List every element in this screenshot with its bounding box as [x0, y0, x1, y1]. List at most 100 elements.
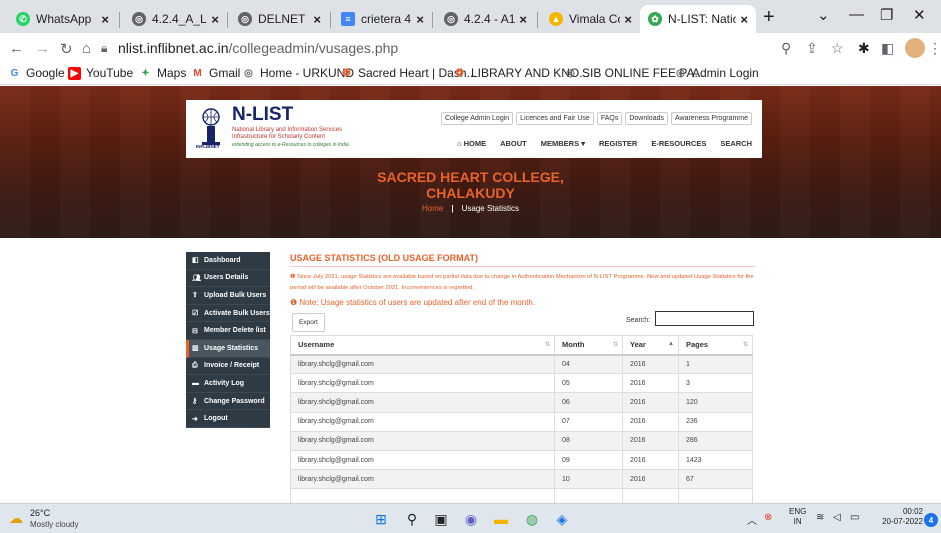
sidebar-item-usage-statistics[interactable]: ▥ Usage Statistics	[186, 339, 270, 358]
volume-icon[interactable]: ◁	[833, 512, 841, 523]
chevron-up-icon[interactable]: ︿	[747, 512, 757, 527]
close-icon[interactable]: ×	[624, 12, 632, 27]
sidebar-item-logout[interactable]: ➜ Logout	[186, 410, 270, 428]
new-tab-button[interactable]: +	[763, 6, 775, 29]
sidebar-item-users-details[interactable]: 👥︎ Users Details	[186, 270, 270, 288]
chevron-down-icon[interactable]: ⌄	[817, 6, 830, 24]
nav-members[interactable]: MEMBERS ▾	[541, 139, 585, 148]
nav-home[interactable]: ⌂ HOME	[457, 139, 486, 148]
bookmark-maps[interactable]: ✦ Maps	[139, 66, 186, 80]
back-icon[interactable]: ←	[9, 40, 24, 57]
chrome-icon[interactable]: ◍	[523, 510, 541, 528]
bookmark-gmail[interactable]: M Gmail	[191, 66, 240, 80]
close-icon[interactable]: ×	[740, 12, 748, 27]
sidebar-item-invoice-receipt[interactable]: ⎙ Invoice / Receipt	[186, 358, 270, 376]
close-icon[interactable]: ×	[211, 12, 219, 27]
menu-icon[interactable]: ⋮	[928, 40, 941, 57]
column-year[interactable]: Year ▲	[622, 335, 679, 356]
sidebar-item-change-password[interactable]: ⚷ Change Password	[186, 393, 270, 411]
tab-vimala[interactable]: ▲ Vimala College ×	[541, 5, 640, 33]
search-input[interactable]	[655, 311, 754, 326]
share-icon[interactable]: ⇪	[806, 40, 818, 57]
restore-button[interactable]: ❐	[880, 6, 893, 24]
task-view-icon[interactable]: ▣	[432, 510, 450, 528]
tab-whatsapp[interactable]: ✆ WhatsApp ×	[8, 5, 117, 33]
tab-title: N-LIST: Nation	[668, 12, 737, 26]
nav-e-resources[interactable]: E-RESOURCES	[651, 139, 706, 148]
app-icon[interactable]: ◈	[553, 510, 571, 528]
column-pages[interactable]: Pages ⇅	[678, 335, 753, 356]
main-content: USAGE STATISTICS (OLD USAGE FORMAT) ❶ Si…	[290, 252, 755, 503]
wifi-icon[interactable]: ≋	[816, 512, 824, 523]
cell-year: 2016	[622, 449, 679, 471]
bookmark-urkund[interactable]: ◎ Home - URKUND	[242, 66, 354, 80]
globe-icon: ◎	[238, 12, 252, 26]
close-icon[interactable]: ×	[416, 12, 424, 27]
zoom-icon[interactable]: ⚲	[781, 40, 791, 57]
tab-title: DELNET - ejou	[258, 12, 309, 26]
tab-nlist[interactable]: ✿ N-LIST: Nation ×	[640, 5, 756, 33]
table-row: library.shclg@gmail.com 10 2016 67	[290, 469, 753, 490]
link-downloads[interactable]: Downloads	[625, 112, 668, 125]
nav-about[interactable]: ABOUT	[500, 139, 527, 148]
profile-avatar[interactable]	[905, 38, 925, 58]
sidebar-item-member-delete-list[interactable]: ⊟ Member Delete list	[186, 322, 270, 340]
bookmark-google[interactable]: G Google	[8, 66, 65, 80]
home-icon: ⌂	[456, 139, 464, 148]
tab-a1-doc[interactable]: ◎ 4.2.4 - A1- Doc ×	[436, 5, 535, 33]
star-icon[interactable]: ☆	[831, 40, 844, 57]
export-button[interactable]: Export	[292, 313, 325, 332]
link-college-admin-login[interactable]: College Admin Login	[440, 112, 514, 125]
link-licences[interactable]: Licences and Fair Use	[516, 112, 594, 125]
file-explorer-icon[interactable]: ▬	[492, 510, 510, 528]
logo-text: INFLIBNET	[196, 144, 220, 149]
clock[interactable]: 00:02 20-07-2022	[869, 507, 923, 527]
close-icon[interactable]: ×	[313, 12, 321, 27]
column-month[interactable]: Month ⇅	[554, 335, 623, 356]
weather-temp[interactable]: 26°C	[30, 508, 50, 518]
logout-icon: ➜	[192, 415, 198, 423]
table-row: library.shclg@gmail.com 07 2016 236	[290, 411, 753, 432]
minimize-button[interactable]: —	[849, 6, 864, 23]
cell-month: 07	[554, 411, 623, 432]
cell-pages: 1	[678, 353, 753, 375]
sidebar-item-upload-bulk-users[interactable]: ⇧ Upload Bulk Users	[186, 287, 270, 305]
gmail-icon: M	[193, 67, 202, 79]
battery-icon[interactable]: ▭	[850, 512, 859, 523]
close-icon[interactable]: ×	[101, 12, 109, 27]
tab-library[interactable]: ◎ 4.2.4_A_LIBRA ×	[124, 5, 227, 33]
link-faqs[interactable]: FAQs	[596, 112, 623, 125]
cell-pages: 67	[678, 469, 753, 490]
close-window-button[interactable]: ✕	[913, 6, 926, 24]
forward-icon[interactable]: →	[35, 40, 50, 57]
start-icon[interactable]: ⊞	[372, 510, 390, 528]
url-field[interactable]: nlist.inflibnet.ac.in/collegeadmin/vusag…	[118, 40, 398, 56]
brand-line-1: National Library and Information Service…	[232, 127, 343, 133]
home-icon[interactable]: ⌂	[82, 40, 91, 57]
nav-register[interactable]: REGISTER	[599, 139, 637, 148]
weather-icon[interactable]: ☁	[9, 510, 23, 527]
nav-search[interactable]: SEARCH	[720, 139, 752, 148]
search-icon[interactable]: ⚲	[403, 510, 421, 528]
link-awareness[interactable]: Awareness Programme	[670, 112, 752, 125]
sidebar-item-activity-log[interactable]: ▬ Activity Log	[186, 375, 270, 393]
lock-icon[interactable]: 🔒︎	[101, 41, 107, 56]
breadcrumb-home[interactable]: Home	[422, 204, 443, 213]
tab-delnet[interactable]: ◎ DELNET - ejou ×	[230, 5, 329, 33]
extensions-icon[interactable]: ✱	[858, 40, 870, 57]
sidepanel-icon[interactable]: ◧	[881, 40, 894, 57]
close-icon[interactable]: ×	[519, 12, 527, 27]
bookmark-youtube[interactable]: ▶ YouTube	[68, 66, 133, 80]
sidebar-item-activate-bulk-users[interactable]: ☑ Activate Bulk Users	[186, 305, 270, 323]
tab-crietera[interactable]: ≡ crietera 4.2.2 s ×	[333, 5, 432, 33]
antivirus-icon[interactable]: ⊗	[764, 512, 772, 523]
column-username[interactable]: Username ⇅	[290, 335, 555, 356]
notification-badge[interactable]: 4	[924, 513, 938, 527]
reload-icon[interactable]: ↻	[60, 40, 73, 58]
sidebar-item-dashboard[interactable]: ◧ Dashboard	[186, 252, 270, 270]
bookmark-admin-login[interactable]: ◎ Admin Login	[674, 66, 759, 80]
language-indicator[interactable]: ENG IN	[789, 507, 806, 527]
check-icon: ☑	[192, 310, 199, 318]
weather-condition[interactable]: Mostly cloudy	[30, 520, 78, 529]
chat-icon[interactable]: ◉	[462, 510, 480, 528]
